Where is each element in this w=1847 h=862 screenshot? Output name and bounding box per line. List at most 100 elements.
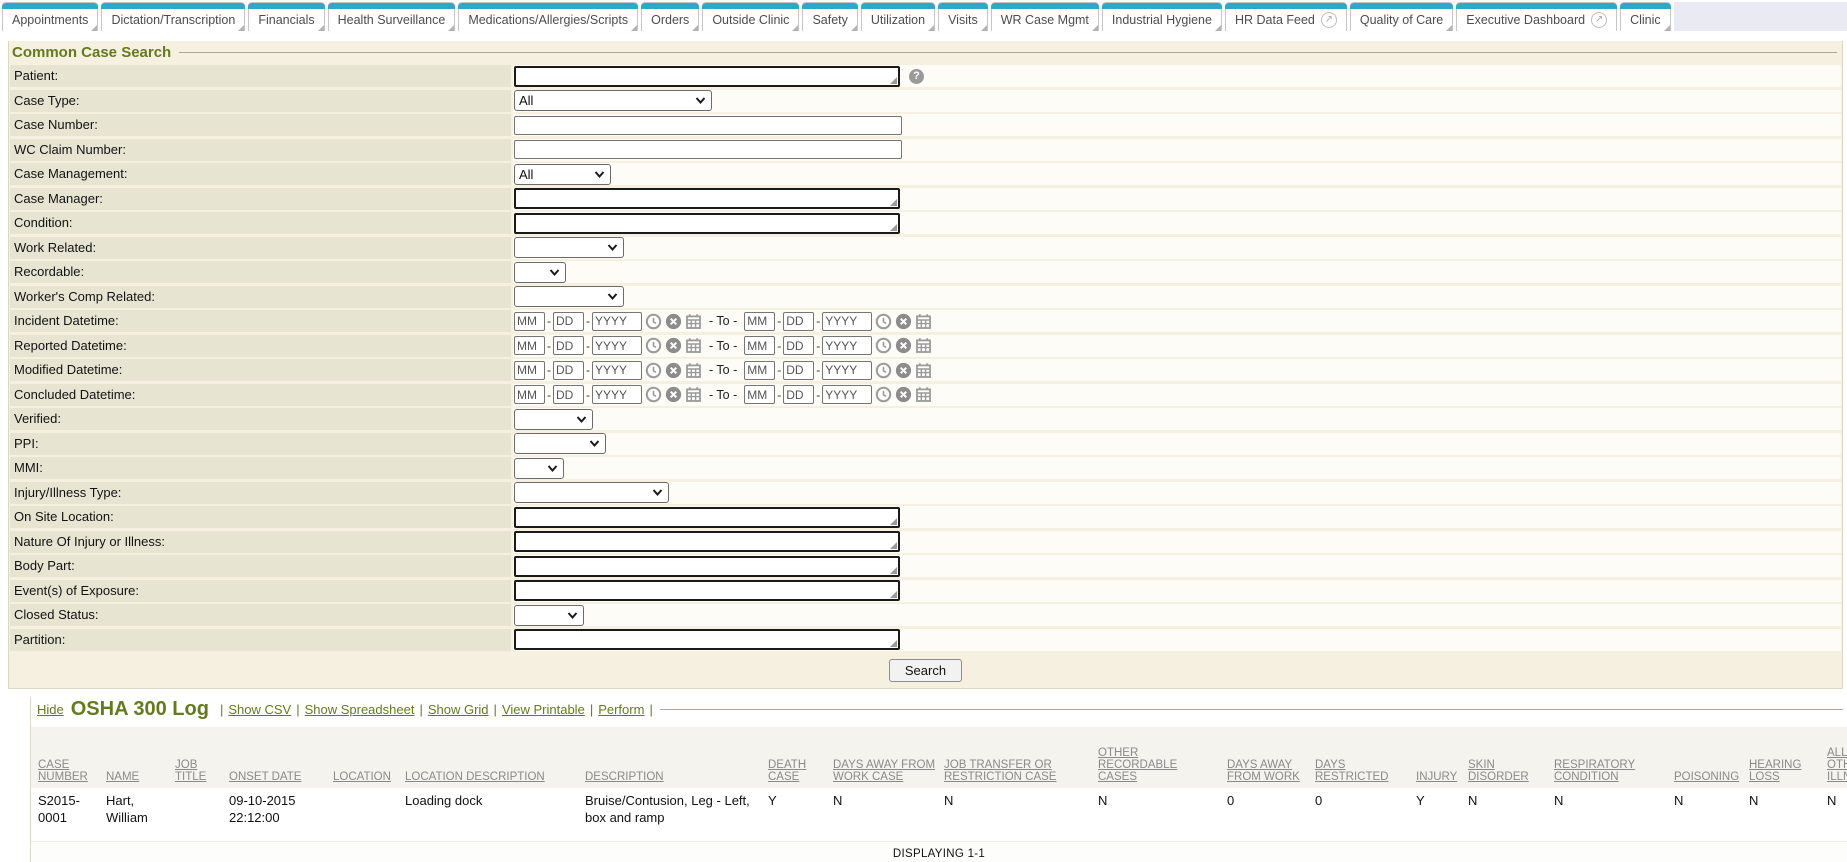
table-row[interactable]: S2015-0001Hart, William09-10-2015 22:12:… bbox=[31, 788, 1847, 841]
concluded-datetime-from-day-input[interactable] bbox=[553, 385, 584, 404]
case-manager-input[interactable] bbox=[514, 188, 900, 209]
resize-grip-icon[interactable] bbox=[890, 567, 897, 574]
time-picker-icon[interactable] bbox=[645, 337, 662, 354]
open-external-icon[interactable]: ↗ bbox=[1591, 12, 1607, 28]
calendar-icon[interactable] bbox=[685, 362, 702, 379]
osha-link-show-grid[interactable]: Show Grid bbox=[428, 702, 489, 717]
incident-datetime-to-month-input[interactable] bbox=[744, 312, 775, 331]
work-related-select[interactable] bbox=[514, 237, 624, 258]
column-header-job-title[interactable]: JOB TITLE bbox=[175, 727, 229, 788]
injury-illness-type-select[interactable] bbox=[514, 482, 669, 503]
tab-wr-case-mgmt[interactable]: WR Case Mgmt bbox=[991, 2, 1099, 31]
help-icon[interactable]: ? bbox=[909, 69, 924, 84]
tab-appointments[interactable]: Appointments bbox=[2, 2, 98, 31]
clear-date-icon[interactable] bbox=[665, 337, 682, 354]
column-header-poisoning[interactable]: POISONING bbox=[1674, 727, 1749, 788]
modified-datetime-to-year-input[interactable] bbox=[822, 361, 872, 380]
tab-dictation-transcription[interactable]: Dictation/Transcription bbox=[101, 2, 245, 31]
tab-medications-allergies-scripts[interactable]: Medications/Allergies/Scripts bbox=[458, 2, 638, 31]
column-header-case-number[interactable]: CASE NUMBER bbox=[31, 727, 106, 788]
closed-status-select[interactable] bbox=[514, 605, 584, 626]
time-picker-icon[interactable] bbox=[645, 313, 662, 330]
column-header-hearing-loss[interactable]: HEARING LOSS bbox=[1749, 727, 1827, 788]
modified-datetime-from-year-input[interactable] bbox=[592, 361, 642, 380]
tab-financials[interactable]: Financials bbox=[248, 2, 324, 31]
tab-outside-clinic[interactable]: Outside Clinic bbox=[702, 2, 799, 31]
case-management-select[interactable]: All bbox=[514, 164, 611, 185]
modified-datetime-to-month-input[interactable] bbox=[744, 361, 775, 380]
clear-date-icon[interactable] bbox=[665, 386, 682, 403]
time-picker-icon[interactable] bbox=[875, 362, 892, 379]
osha-link-show-csv[interactable]: Show CSV bbox=[228, 702, 291, 717]
time-picker-icon[interactable] bbox=[645, 362, 662, 379]
incident-datetime-to-day-input[interactable] bbox=[783, 312, 814, 331]
resize-grip-icon[interactable] bbox=[890, 77, 897, 84]
hide-link[interactable]: Hide bbox=[37, 702, 64, 717]
concluded-datetime-from-year-input[interactable] bbox=[592, 385, 642, 404]
recordable-select[interactable] bbox=[514, 262, 566, 283]
tab-hr-data-feed[interactable]: HR Data Feed↗ bbox=[1225, 2, 1347, 31]
tab-utilization[interactable]: Utilization bbox=[861, 2, 935, 31]
column-header-other-recordable-cases[interactable]: OTHER RECORDABLE CASES bbox=[1098, 727, 1227, 788]
column-header-days-restricted[interactable]: DAYS RESTRICTED bbox=[1315, 727, 1416, 788]
osha-link-view-printable[interactable]: View Printable bbox=[502, 702, 585, 717]
concluded-datetime-to-year-input[interactable] bbox=[822, 385, 872, 404]
concluded-datetime-to-month-input[interactable] bbox=[744, 385, 775, 404]
patient-input[interactable] bbox=[514, 66, 900, 87]
resize-grip-icon[interactable] bbox=[890, 518, 897, 525]
column-header-description[interactable]: DESCRIPTION bbox=[585, 727, 768, 788]
concluded-datetime-to-day-input[interactable] bbox=[783, 385, 814, 404]
column-header-days-away-from-work[interactable]: DAYS AWAY FROM WORK bbox=[1227, 727, 1315, 788]
clear-date-icon[interactable] bbox=[895, 386, 912, 403]
incident-datetime-from-month-input[interactable] bbox=[514, 312, 545, 331]
tab-orders[interactable]: Orders bbox=[641, 2, 699, 31]
tab-visits[interactable]: Visits bbox=[938, 2, 988, 31]
clear-date-icon[interactable] bbox=[665, 313, 682, 330]
column-header-days-away-from-work-case[interactable]: DAYS AWAY FROM WORK CASE bbox=[833, 727, 944, 788]
clear-date-icon[interactable] bbox=[895, 337, 912, 354]
calendar-icon[interactable] bbox=[685, 386, 702, 403]
verified-select[interactable] bbox=[514, 409, 593, 430]
calendar-icon[interactable] bbox=[685, 313, 702, 330]
mmi-select[interactable] bbox=[514, 458, 564, 479]
reported-datetime-from-month-input[interactable] bbox=[514, 336, 545, 355]
reported-datetime-to-day-input[interactable] bbox=[783, 336, 814, 355]
time-picker-icon[interactable] bbox=[875, 337, 892, 354]
calendar-icon[interactable] bbox=[915, 337, 932, 354]
column-header-all-other-illnesses[interactable]: ALL OTHER ILLNESSES bbox=[1827, 727, 1847, 788]
ppi-select[interactable] bbox=[514, 433, 606, 454]
tab-health-surveillance[interactable]: Health Surveillance bbox=[328, 2, 456, 31]
column-header-skin-disorder[interactable]: SKIN DISORDER bbox=[1468, 727, 1554, 788]
condition-input[interactable] bbox=[514, 213, 900, 234]
incident-datetime-from-year-input[interactable] bbox=[592, 312, 642, 331]
column-header-name[interactable]: NAME bbox=[106, 727, 175, 788]
wc-claim-number-input[interactable] bbox=[514, 140, 902, 159]
clear-date-icon[interactable] bbox=[665, 362, 682, 379]
resize-grip-icon[interactable] bbox=[890, 199, 897, 206]
calendar-icon[interactable] bbox=[915, 313, 932, 330]
case-number-input[interactable] bbox=[514, 116, 902, 135]
modified-datetime-from-month-input[interactable] bbox=[514, 361, 545, 380]
tab-clinic[interactable]: Clinic bbox=[1620, 2, 1671, 31]
time-picker-icon[interactable] bbox=[875, 313, 892, 330]
reported-datetime-to-month-input[interactable] bbox=[744, 336, 775, 355]
calendar-icon[interactable] bbox=[685, 337, 702, 354]
partition-input[interactable] bbox=[514, 629, 900, 650]
calendar-icon[interactable] bbox=[915, 362, 932, 379]
column-header-job-transfer-or-restriction-case[interactable]: JOB TRANSFER OR RESTRICTION CASE bbox=[944, 727, 1098, 788]
tab-safety[interactable]: Safety bbox=[802, 2, 857, 31]
column-header-injury[interactable]: INJURY bbox=[1416, 727, 1468, 788]
column-header-onset-date[interactable]: ONSET DATE bbox=[229, 727, 333, 788]
reported-datetime-to-year-input[interactable] bbox=[822, 336, 872, 355]
column-header-death-case[interactable]: DEATH CASE bbox=[768, 727, 833, 788]
column-header-location-description[interactable]: LOCATION DESCRIPTION bbox=[405, 727, 585, 788]
time-picker-icon[interactable] bbox=[645, 386, 662, 403]
resize-grip-icon[interactable] bbox=[890, 224, 897, 231]
tab-quality-of-care[interactable]: Quality of Care bbox=[1350, 2, 1453, 31]
osha-link-perform[interactable]: Perform bbox=[598, 702, 644, 717]
tab-industrial-hygiene[interactable]: Industrial Hygiene bbox=[1102, 2, 1222, 31]
resize-grip-icon[interactable] bbox=[890, 640, 897, 647]
nature-of-injury-or-illness-input[interactable] bbox=[514, 531, 900, 552]
column-header-respiratory-condition[interactable]: RESPIRATORY CONDITION bbox=[1554, 727, 1674, 788]
resize-grip-icon[interactable] bbox=[890, 542, 897, 549]
